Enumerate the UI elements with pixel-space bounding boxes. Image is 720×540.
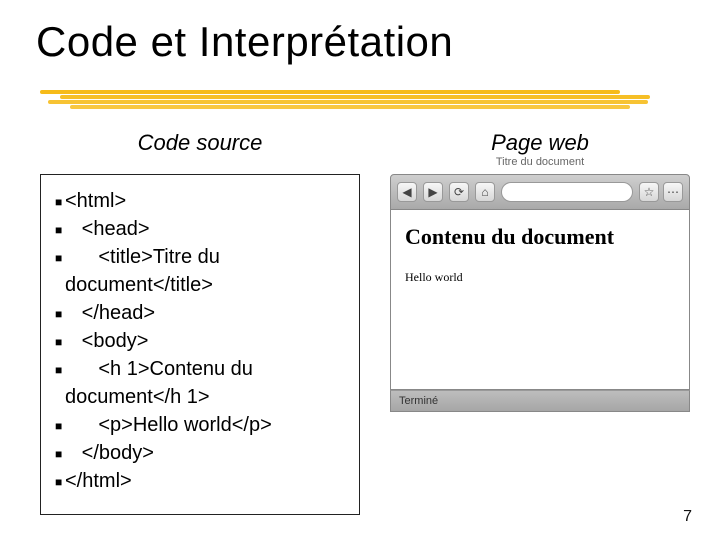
- bookmark-button[interactable]: ☆: [639, 182, 659, 202]
- forward-button[interactable]: ▶: [423, 182, 443, 202]
- code-text: </body>: [82, 440, 154, 467]
- code-line: ■ <head>: [55, 216, 345, 243]
- code-text: <html>: [65, 188, 126, 215]
- source-code-column: Code source ■<html>■ <head>■ <title>Titr…: [40, 130, 360, 515]
- code-text: document</h 1>: [65, 384, 210, 411]
- code-text: <body>: [82, 328, 149, 355]
- bullet-icon: [55, 384, 65, 390]
- code-text: <p>Hello world</p>: [98, 412, 271, 439]
- code-text: </html>: [65, 468, 132, 495]
- bullet-icon: [55, 272, 65, 278]
- status-bar: Terminé: [390, 390, 690, 412]
- bullet-icon: ■: [55, 440, 65, 462]
- code-line: ■ <p>Hello world</p>: [55, 412, 345, 439]
- bullet-icon: ■: [55, 356, 65, 378]
- reload-button[interactable]: ⟳: [449, 182, 469, 202]
- home-button[interactable]: ⌂: [475, 182, 495, 202]
- web-page-heading: Page web: [390, 130, 690, 156]
- slide-title: Code et Interprétation: [0, 0, 720, 66]
- bullet-icon: ■: [55, 216, 65, 238]
- code-line: ■</html>: [55, 468, 345, 495]
- menu-button[interactable]: ⋯: [663, 182, 683, 202]
- code-line: document</h 1>: [55, 384, 345, 411]
- window-title: Titre du document: [496, 156, 584, 168]
- source-code-heading: Code source: [40, 130, 360, 156]
- status-text: Terminé: [399, 395, 438, 407]
- code-line: ■ <h 1>Contenu du: [55, 356, 345, 383]
- code-text: <head>: [82, 216, 150, 243]
- code-line: ■ <body>: [55, 328, 345, 355]
- code-text: <h 1>Contenu du: [98, 356, 253, 383]
- rendered-page: Contenu du document Hello world: [390, 210, 690, 390]
- code-line: ■<html>: [55, 188, 345, 215]
- bullet-icon: ■: [55, 468, 65, 490]
- bullet-icon: ■: [55, 188, 65, 210]
- code-listing: ■<html>■ <head>■ <title>Titre dudocument…: [40, 174, 360, 515]
- bullet-icon: ■: [55, 328, 65, 350]
- browser-mock: Titre du document ◀ ▶ ⟳ ⌂ ☆ ⋯ Contenu du…: [390, 174, 690, 412]
- code-line: ■ </head>: [55, 300, 345, 327]
- url-field[interactable]: [501, 182, 633, 202]
- back-button[interactable]: ◀: [397, 182, 417, 202]
- code-text: <title>Titre du: [98, 244, 220, 271]
- bullet-icon: ■: [55, 300, 65, 322]
- rendered-h1: Contenu du document: [405, 224, 675, 250]
- code-line: ■ </body>: [55, 440, 345, 467]
- rendered-paragraph: Hello world: [405, 270, 675, 285]
- code-text: </head>: [82, 300, 155, 327]
- code-line: ■ <title>Titre du: [55, 244, 345, 271]
- bullet-icon: ■: [55, 244, 65, 266]
- bullet-icon: ■: [55, 412, 65, 434]
- code-text: document</title>: [65, 272, 213, 299]
- title-underline: [40, 88, 660, 118]
- slide-number: 7: [683, 508, 692, 526]
- web-page-column: Page web Titre du document ◀ ▶ ⟳ ⌂ ☆ ⋯ C…: [390, 130, 690, 515]
- code-line: document</title>: [55, 272, 345, 299]
- browser-toolbar: ◀ ▶ ⟳ ⌂ ☆ ⋯: [390, 174, 690, 210]
